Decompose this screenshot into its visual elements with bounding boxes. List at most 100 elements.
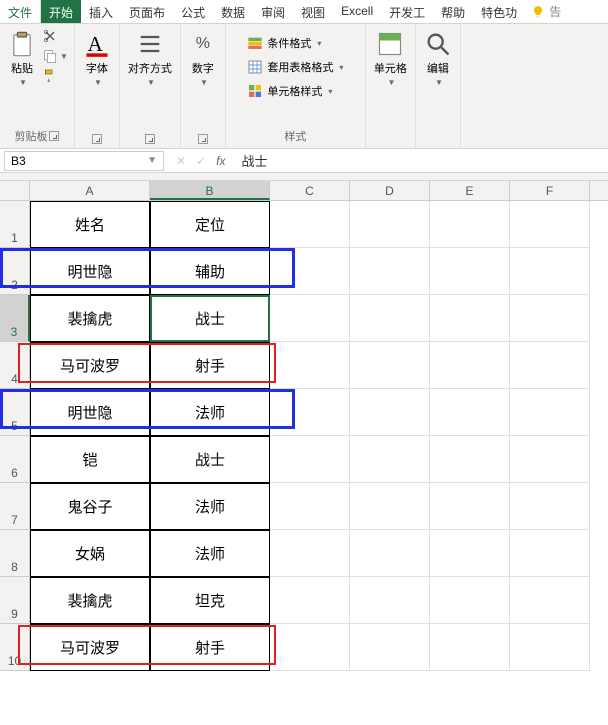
row-header-10[interactable]: 10 — [0, 624, 30, 671]
cell-F4[interactable] — [510, 342, 590, 389]
cell-F10[interactable] — [510, 624, 590, 671]
dialog-launcher-icon[interactable] — [92, 134, 102, 144]
cell-B1[interactable]: 定位 — [150, 201, 270, 248]
cell-D1[interactable] — [350, 201, 430, 248]
tab-insert[interactable]: 插入 — [81, 0, 121, 23]
cancel-icon[interactable]: ✕ — [176, 154, 186, 168]
cell-B10[interactable]: 射手 — [150, 624, 270, 671]
cell-E3[interactable] — [430, 295, 510, 342]
cell-D3[interactable] — [350, 295, 430, 342]
cell-A1[interactable]: 姓名 — [30, 201, 150, 248]
cell-B9[interactable]: 坦克 — [150, 577, 270, 624]
tab-special[interactable]: 特色功 — [473, 0, 525, 23]
font-button[interactable]: A 字体 ▼ — [81, 28, 113, 89]
select-all-corner[interactable] — [0, 181, 30, 200]
editing-button[interactable]: 编辑 ▼ — [422, 28, 454, 89]
cell-F7[interactable] — [510, 483, 590, 530]
cell-F1[interactable] — [510, 201, 590, 248]
cell-A7[interactable]: 鬼谷子 — [30, 483, 150, 530]
alignment-button[interactable]: 对齐方式 ▼ — [126, 28, 174, 89]
cell-E10[interactable] — [430, 624, 510, 671]
formula-input[interactable]: 战士 — [233, 151, 608, 170]
cell-B5[interactable]: 法师 — [150, 389, 270, 436]
cell-C3[interactable] — [270, 295, 350, 342]
cell-A8[interactable]: 女娲 — [30, 530, 150, 577]
cell-C5[interactable] — [270, 389, 350, 436]
cell-A10[interactable]: 马可波罗 — [30, 624, 150, 671]
row-header-4[interactable]: 4 — [0, 342, 30, 389]
cell-E6[interactable] — [430, 436, 510, 483]
cell-C4[interactable] — [270, 342, 350, 389]
row-header-1[interactable]: 1 — [0, 201, 30, 248]
cell-D2[interactable] — [350, 248, 430, 295]
cell-C1[interactable] — [270, 201, 350, 248]
cell-F3[interactable] — [510, 295, 590, 342]
row-header-7[interactable]: 7 — [0, 483, 30, 530]
tab-view[interactable]: 视图 — [293, 0, 333, 23]
row-header-8[interactable]: 8 — [0, 530, 30, 577]
cell-B4[interactable]: 射手 — [150, 342, 270, 389]
cell-F9[interactable] — [510, 577, 590, 624]
cell-B3[interactable]: 战士 — [150, 295, 270, 342]
cell-C7[interactable] — [270, 483, 350, 530]
col-header-C[interactable]: C — [270, 181, 350, 200]
tab-file[interactable]: 文件 — [0, 0, 41, 23]
name-box[interactable]: B3 ▼ — [4, 151, 164, 171]
col-header-B[interactable]: B — [150, 181, 270, 200]
cell-F8[interactable] — [510, 530, 590, 577]
row-header-9[interactable]: 9 — [0, 577, 30, 624]
format-as-table-button[interactable]: 套用表格格式▾ — [245, 58, 345, 76]
cell-styles-button[interactable]: 单元格样式▾ — [245, 82, 334, 100]
cell-A3[interactable]: 裴擒虎 — [30, 295, 150, 342]
cell-D7[interactable] — [350, 483, 430, 530]
dialog-launcher-icon[interactable] — [49, 131, 59, 141]
cell-E9[interactable] — [430, 577, 510, 624]
tab-home[interactable]: 开始 — [41, 0, 81, 23]
tab-data[interactable]: 数据 — [213, 0, 253, 23]
cell-A4[interactable]: 马可波罗 — [30, 342, 150, 389]
cell-C8[interactable] — [270, 530, 350, 577]
tab-excel-addin[interactable]: Excell — [333, 0, 381, 23]
col-header-D[interactable]: D — [350, 181, 430, 200]
cell-F2[interactable] — [510, 248, 590, 295]
cell-C10[interactable] — [270, 624, 350, 671]
cell-B7[interactable]: 法师 — [150, 483, 270, 530]
tab-page-layout[interactable]: 页面布 — [121, 0, 173, 23]
cell-A2[interactable]: 明世隐 — [30, 248, 150, 295]
col-header-A[interactable]: A — [30, 181, 150, 200]
format-painter-icon[interactable] — [42, 68, 58, 84]
cell-B6[interactable]: 战士 — [150, 436, 270, 483]
conditional-formatting-button[interactable]: 条件格式▾ — [245, 34, 323, 52]
cell-A6[interactable]: 铠 — [30, 436, 150, 483]
col-header-E[interactable]: E — [430, 181, 510, 200]
row-header-3[interactable]: 3 — [0, 295, 30, 342]
cell-D8[interactable] — [350, 530, 430, 577]
cell-D10[interactable] — [350, 624, 430, 671]
cell-F5[interactable] — [510, 389, 590, 436]
tab-help[interactable]: 帮助 — [433, 0, 473, 23]
tab-formulas[interactable]: 公式 — [173, 0, 213, 23]
cell-F6[interactable] — [510, 436, 590, 483]
tab-developer[interactable]: 开发工 — [381, 0, 433, 23]
dialog-launcher-icon[interactable] — [198, 134, 208, 144]
cell-B8[interactable]: 法师 — [150, 530, 270, 577]
cell-C9[interactable] — [270, 577, 350, 624]
tab-review[interactable]: 审阅 — [253, 0, 293, 23]
dialog-launcher-icon[interactable] — [145, 134, 155, 144]
cell-E1[interactable] — [430, 201, 510, 248]
row-header-5[interactable]: 5 — [0, 389, 30, 436]
row-header-6[interactable]: 6 — [0, 436, 30, 483]
cell-E5[interactable] — [430, 389, 510, 436]
tell-me[interactable]: 告 — [525, 0, 567, 23]
cell-A5[interactable]: 明世隐 — [30, 389, 150, 436]
cell-E8[interactable] — [430, 530, 510, 577]
cell-E4[interactable] — [430, 342, 510, 389]
col-header-F[interactable]: F — [510, 181, 590, 200]
row-header-2[interactable]: 2 — [0, 248, 30, 295]
cell-D9[interactable] — [350, 577, 430, 624]
cell-E2[interactable] — [430, 248, 510, 295]
cell-B2[interactable]: 辅助 — [150, 248, 270, 295]
fx-icon[interactable]: fx — [216, 154, 225, 168]
chevron-down-icon[interactable]: ▼ — [147, 155, 157, 166]
cell-D5[interactable] — [350, 389, 430, 436]
